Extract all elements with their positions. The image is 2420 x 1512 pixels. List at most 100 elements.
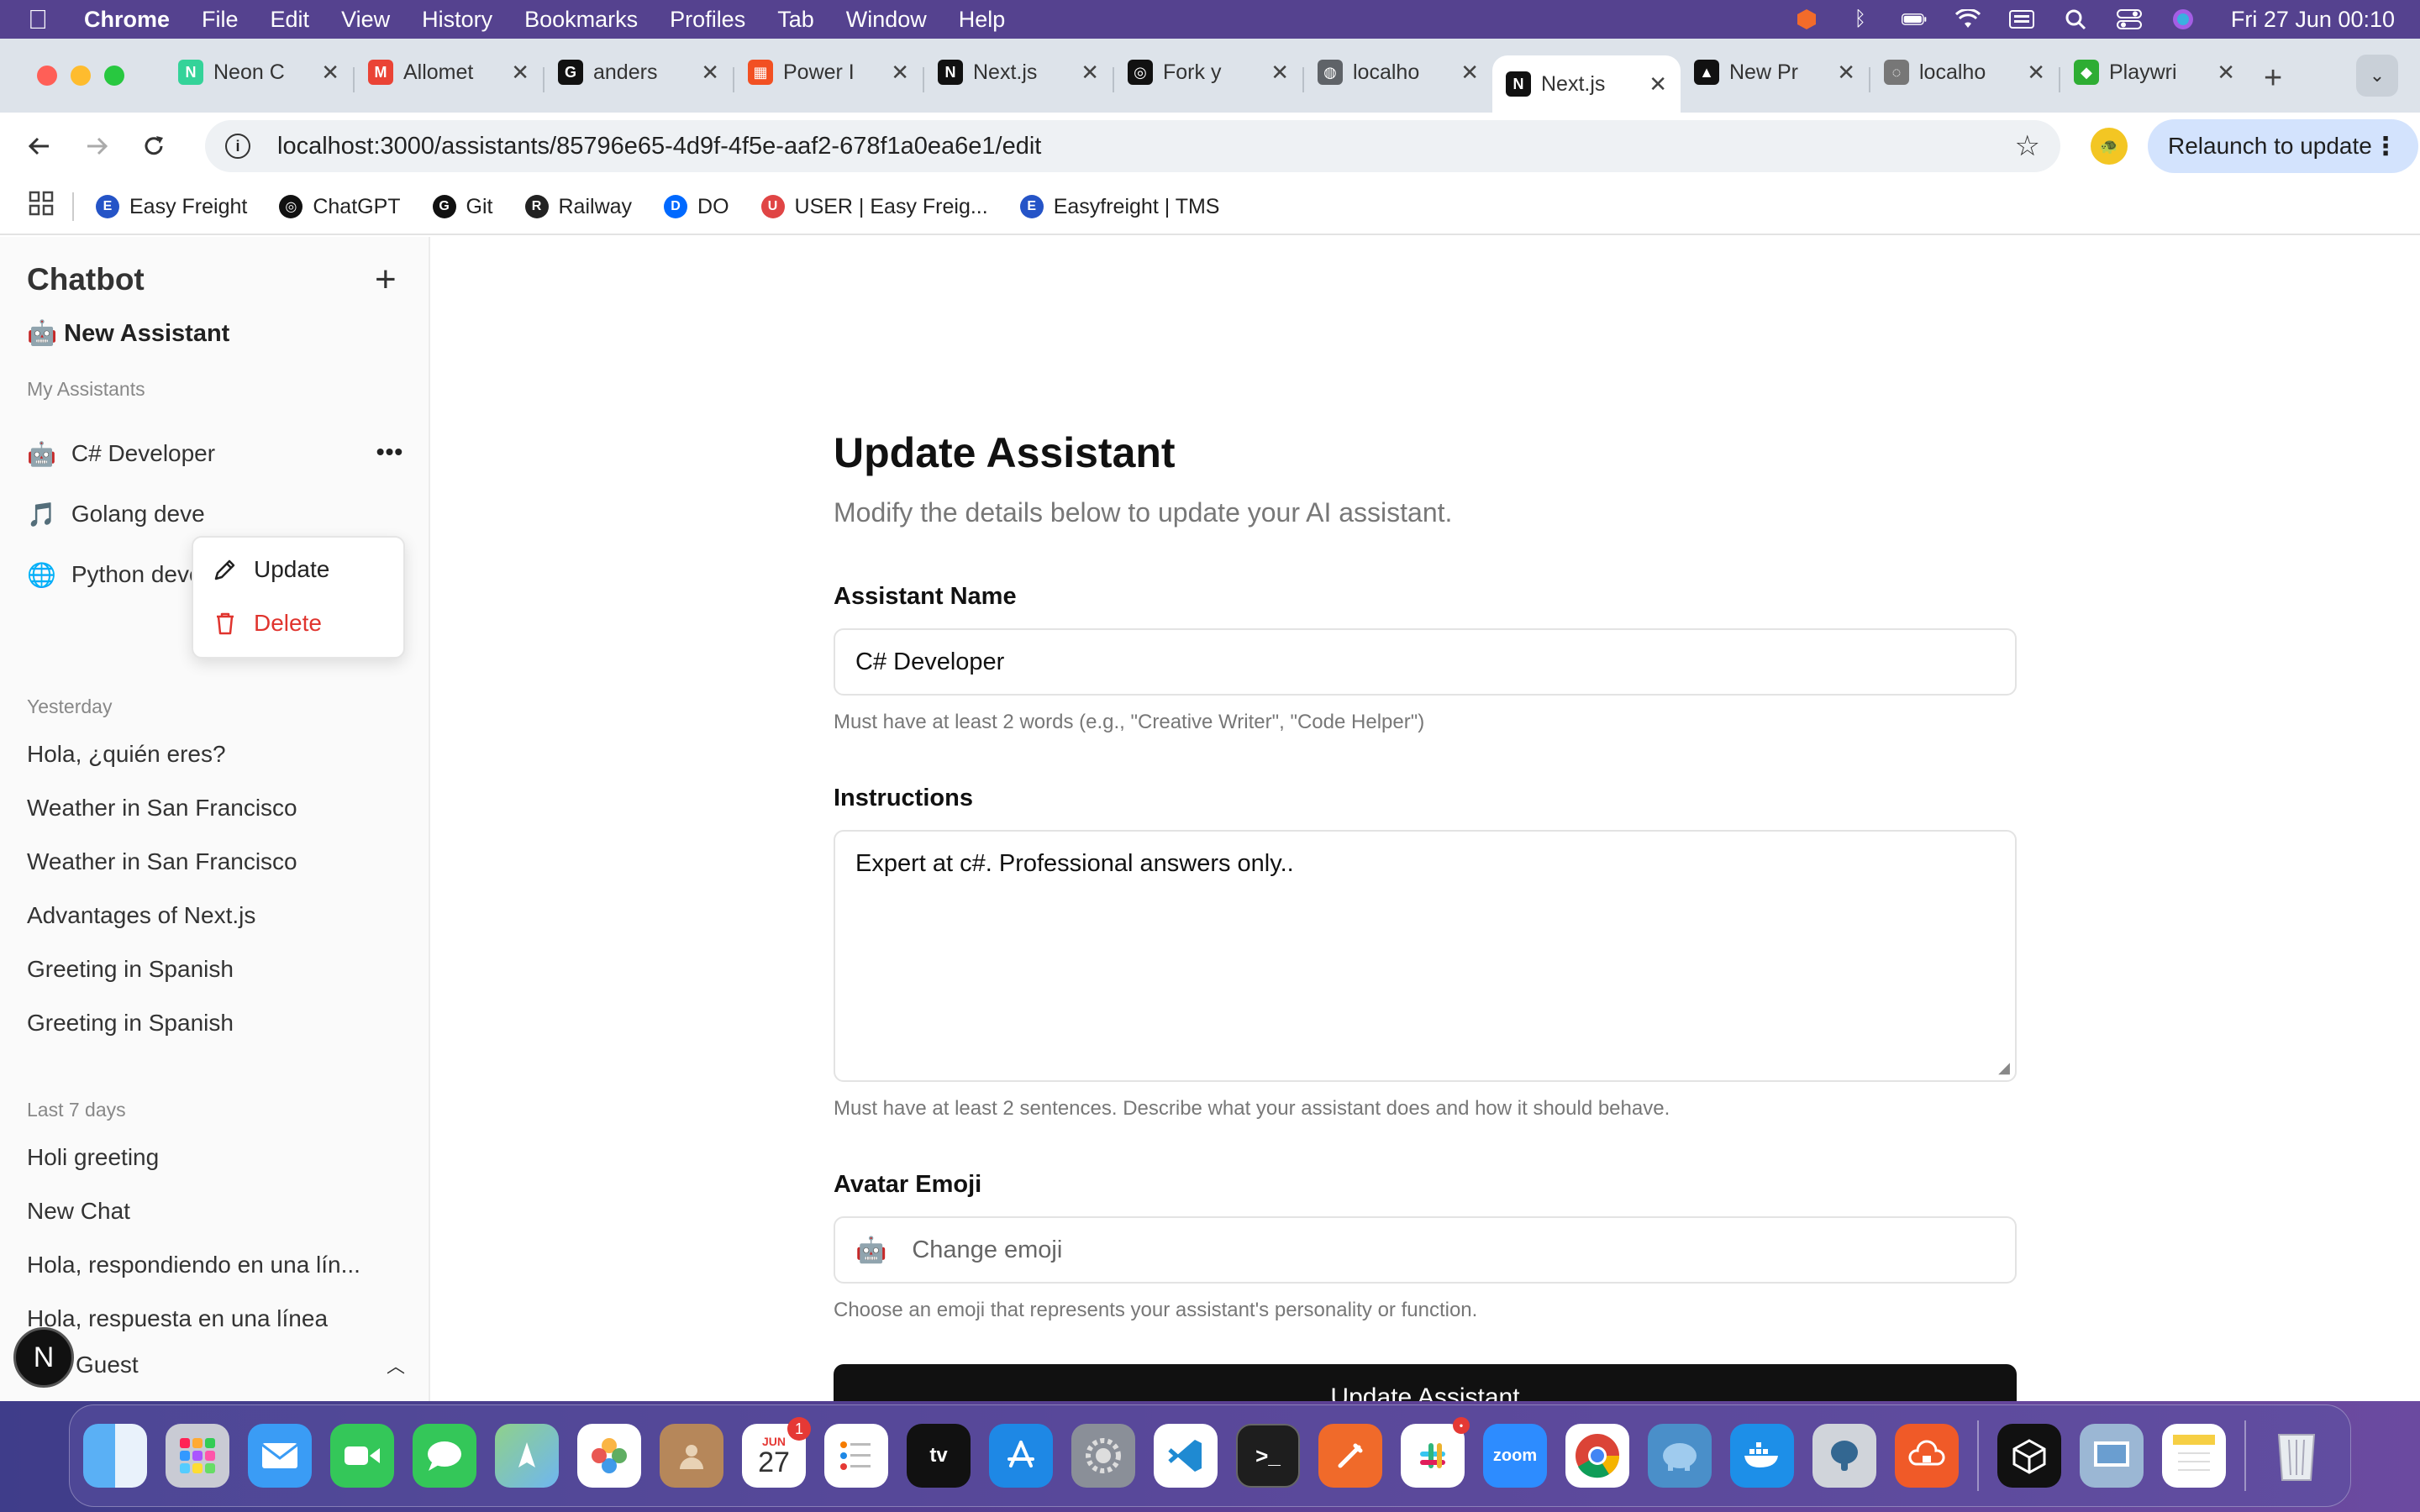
- slack-icon[interactable]: •: [1401, 1417, 1470, 1488]
- reminders-icon[interactable]: [824, 1424, 888, 1488]
- browser-tab[interactable]: N Next.js ✕: [924, 47, 1113, 97]
- update-assistant-button[interactable]: Update Assistant: [834, 1364, 2017, 1401]
- app-store-icon[interactable]: [989, 1424, 1053, 1488]
- zoom-icon[interactable]: zoom: [1483, 1424, 1547, 1488]
- cube-app-icon[interactable]: [1997, 1424, 2061, 1488]
- system-settings-gear-icon[interactable]: [1071, 1424, 1135, 1488]
- bookmark-item[interactable]: G Git: [432, 195, 493, 219]
- more-options-icon[interactable]: •••: [371, 433, 408, 470]
- vscode-icon[interactable]: [1154, 1424, 1218, 1488]
- facetime-icon[interactable]: [330, 1424, 394, 1488]
- tab-close-icon[interactable]: ✕: [1649, 71, 1667, 97]
- bookmark-item[interactable]: ◎ ChatGPT: [279, 195, 401, 219]
- control-center-icon[interactable]: [2116, 8, 2142, 30]
- notes-icon[interactable]: [2162, 1424, 2226, 1488]
- tab-close-icon[interactable]: ✕: [511, 60, 529, 86]
- tab-close-icon[interactable]: ✕: [1081, 60, 1099, 86]
- profile-avatar[interactable]: 🐢: [2091, 128, 2128, 165]
- browser-tab[interactable]: M Allomet ✕: [355, 47, 543, 97]
- menu-profiles[interactable]: Profiles: [670, 7, 745, 33]
- bookmark-star-icon[interactable]: ☆: [2015, 129, 2040, 163]
- apps-grid-icon[interactable]: [29, 191, 54, 223]
- site-info-icon[interactable]: i: [225, 134, 250, 159]
- spotlight-search-icon[interactable]: [2063, 8, 2088, 30]
- forward-arrow-icon[interactable]: [77, 127, 116, 165]
- browser-tab[interactable]: ◆ Playwri ✕: [2060, 47, 2249, 97]
- launchpad-icon[interactable]: [166, 1424, 229, 1488]
- zoom-window-button[interactable]: [104, 66, 124, 86]
- browser-tab[interactable]: N Neon C ✕: [165, 47, 353, 97]
- bookmark-item[interactable]: R Railway: [524, 195, 632, 219]
- mail-icon[interactable]: [248, 1424, 312, 1488]
- tab-close-icon[interactable]: ✕: [2027, 60, 2045, 86]
- tab-close-icon[interactable]: ✕: [2217, 60, 2235, 86]
- browser-tab[interactable]: N Next.js ✕: [1492, 55, 1681, 113]
- browser-tab[interactable]: ◎ Fork y ✕: [1114, 47, 1302, 97]
- terminal-icon[interactable]: >_: [1236, 1424, 1300, 1488]
- preview-icon[interactable]: [2080, 1424, 2144, 1488]
- keyboard-input-icon[interactable]: [2008, 8, 2034, 30]
- close-window-button[interactable]: [37, 66, 57, 86]
- menu-file[interactable]: File: [202, 7, 239, 33]
- menu-history[interactable]: History: [422, 7, 492, 33]
- menu-edit[interactable]: Edit: [271, 7, 310, 33]
- sidebar-assistant-golang[interactable]: 🎵 Golang deve: [27, 501, 205, 528]
- new-tab-button[interactable]: +: [2264, 60, 2282, 97]
- back-arrow-icon[interactable]: [20, 127, 59, 165]
- tab-close-icon[interactable]: ✕: [321, 60, 339, 86]
- menu-app-name[interactable]: Chrome: [84, 7, 170, 33]
- url-text[interactable]: localhost:3000/assistants/85796e65-4d9f-…: [277, 133, 1041, 160]
- tab-close-icon[interactable]: ✕: [1460, 60, 1479, 86]
- postman-icon[interactable]: [1318, 1424, 1382, 1488]
- apple-tv-icon[interactable]: tv: [907, 1424, 971, 1488]
- calendar-icon[interactable]: JUN 27 1: [742, 1417, 811, 1488]
- finder-icon[interactable]: [83, 1424, 147, 1488]
- tableplus-elephant-icon[interactable]: [1648, 1424, 1712, 1488]
- menubar-clock[interactable]: Fri 27 Jun 00:10: [2231, 7, 2395, 33]
- docker-whale-icon[interactable]: [1730, 1424, 1794, 1488]
- bookmark-item[interactable]: E Easy Freight: [96, 195, 247, 219]
- menu-window[interactable]: Window: [846, 7, 927, 33]
- trash-bin-icon[interactable]: [2265, 1424, 2328, 1488]
- new-assistant-link[interactable]: 🤖 New Assistant: [27, 319, 229, 348]
- bookmark-item[interactable]: E Easyfreight | TMS: [1019, 195, 1219, 219]
- update-menu-item[interactable]: Update: [212, 556, 329, 583]
- instructions-textarea[interactable]: Expert at c#. Professional answers only.…: [834, 830, 2017, 1082]
- chat-history-item[interactable]: Holi greeting: [27, 1144, 397, 1171]
- tab-search-chevron-icon[interactable]: ⌄: [2356, 55, 2398, 97]
- avatar-emoji-picker[interactable]: 🤖 Change emoji: [834, 1216, 2017, 1284]
- sidebar-title[interactable]: Chatbot: [27, 262, 145, 297]
- battery-icon[interactable]: [1901, 8, 1927, 30]
- tab-close-icon[interactable]: ✕: [1270, 60, 1289, 86]
- siri-icon[interactable]: [2170, 8, 2196, 30]
- sidebar-assistant-csharp[interactable]: 🤖 C# Developer: [27, 440, 215, 468]
- menu-view[interactable]: View: [341, 7, 390, 33]
- reload-icon[interactable]: [134, 127, 173, 165]
- bookmark-item[interactable]: U USER | Easy Freig...: [760, 195, 988, 219]
- chat-history-item[interactable]: Greeting in Spanish: [27, 1010, 397, 1037]
- browser-tab[interactable]: Ganders ✕: [544, 47, 733, 97]
- chat-history-item[interactable]: Weather in San Francisco: [27, 848, 397, 875]
- wifi-icon[interactable]: [1954, 8, 1981, 30]
- apple-icon[interactable]: : [25, 4, 50, 35]
- chat-history-item[interactable]: Greeting in Spanish: [27, 956, 397, 983]
- sidebar-assistant-python[interactable]: 🌐 Python deve: [27, 561, 203, 589]
- browser-tab[interactable]: ▦ Power I ✕: [734, 47, 923, 97]
- chat-history-item[interactable]: Hola, respondiendo en una lín...: [27, 1252, 397, 1278]
- chat-history-item[interactable]: Hola, respuesta en una línea: [27, 1305, 397, 1332]
- kebab-menu-icon[interactable]: ⋮: [2373, 132, 2398, 161]
- chrome-icon[interactable]: [1565, 1424, 1629, 1488]
- bluetooth-off-icon[interactable]: ᛒ: [1848, 8, 1873, 30]
- menu-tab[interactable]: Tab: [777, 7, 814, 33]
- messages-icon[interactable]: [413, 1424, 476, 1488]
- delete-menu-item[interactable]: Delete: [212, 610, 322, 637]
- new-chat-plus-icon[interactable]: +: [375, 259, 397, 301]
- address-bar[interactable]: i localhost:3000/assistants/85796e65-4d9…: [205, 120, 2060, 172]
- tab-close-icon[interactable]: ✕: [1837, 60, 1855, 86]
- pgadmin-elephant-icon[interactable]: [1812, 1424, 1876, 1488]
- resize-grip-icon[interactable]: ◢: [1998, 1059, 2010, 1077]
- menu-bookmarks[interactable]: Bookmarks: [524, 7, 638, 33]
- tab-close-icon[interactable]: ✕: [891, 60, 909, 86]
- cloud-lock-icon[interactable]: [1895, 1424, 1959, 1488]
- browser-tab[interactable]: ▲ New Pr ✕: [1681, 47, 1869, 97]
